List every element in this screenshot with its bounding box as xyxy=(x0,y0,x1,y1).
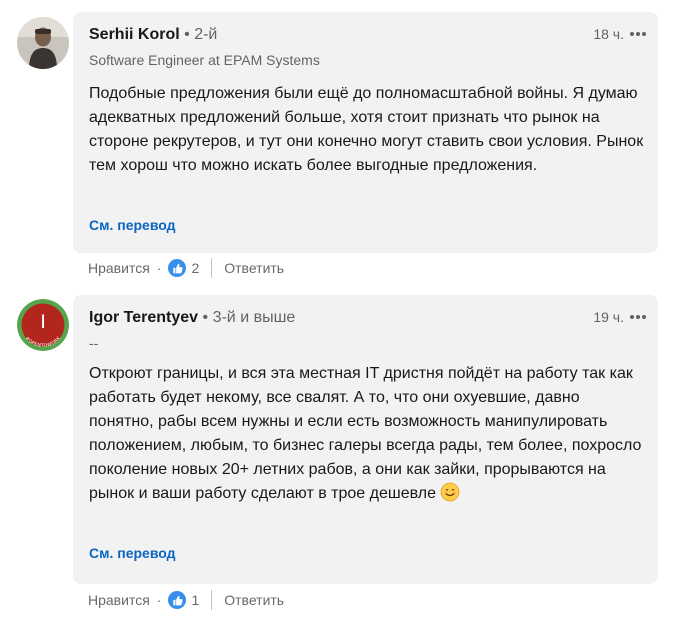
reactions-count[interactable]: 1 xyxy=(191,592,199,608)
comment-text-container: Откроют границы, и вся эта местная IT др… xyxy=(89,362,644,506)
author-headline: -- xyxy=(89,335,99,351)
author-name[interactable]: Igor Terentyev xyxy=(89,309,198,326)
reply-button[interactable]: Ответить xyxy=(224,592,284,608)
connection-degree: • 3-й и выше xyxy=(202,309,296,326)
smiling-face-emoji-icon xyxy=(440,482,460,502)
comment-actions: Нравится · 1 Ответить xyxy=(88,590,284,610)
like-reaction-icon[interactable] xyxy=(168,591,187,609)
comment-bubble: Igor Terentyev • 3-й и выше 19 ч. -- Отк… xyxy=(73,295,658,584)
comment-text: Откроют границы, и вся эта местная IT др… xyxy=(89,365,642,502)
actions-divider xyxy=(211,590,213,610)
more-options-icon[interactable] xyxy=(630,315,646,319)
time-row: 19 ч. xyxy=(593,309,646,325)
avatar-letter: I xyxy=(40,311,46,333)
comment-time: 19 ч. xyxy=(593,309,624,325)
action-separator: · xyxy=(156,592,162,608)
comment-2: #OPENTOWORK I Igor Terentyev • 3-й и выш… xyxy=(0,0,673,619)
see-translation-link[interactable]: См. перевод xyxy=(89,545,176,561)
author-row: Igor Terentyev • 3-й и выше xyxy=(89,309,295,327)
like-button[interactable]: Нравится xyxy=(88,592,150,608)
author-avatar[interactable]: #OPENTOWORK I xyxy=(17,299,69,351)
